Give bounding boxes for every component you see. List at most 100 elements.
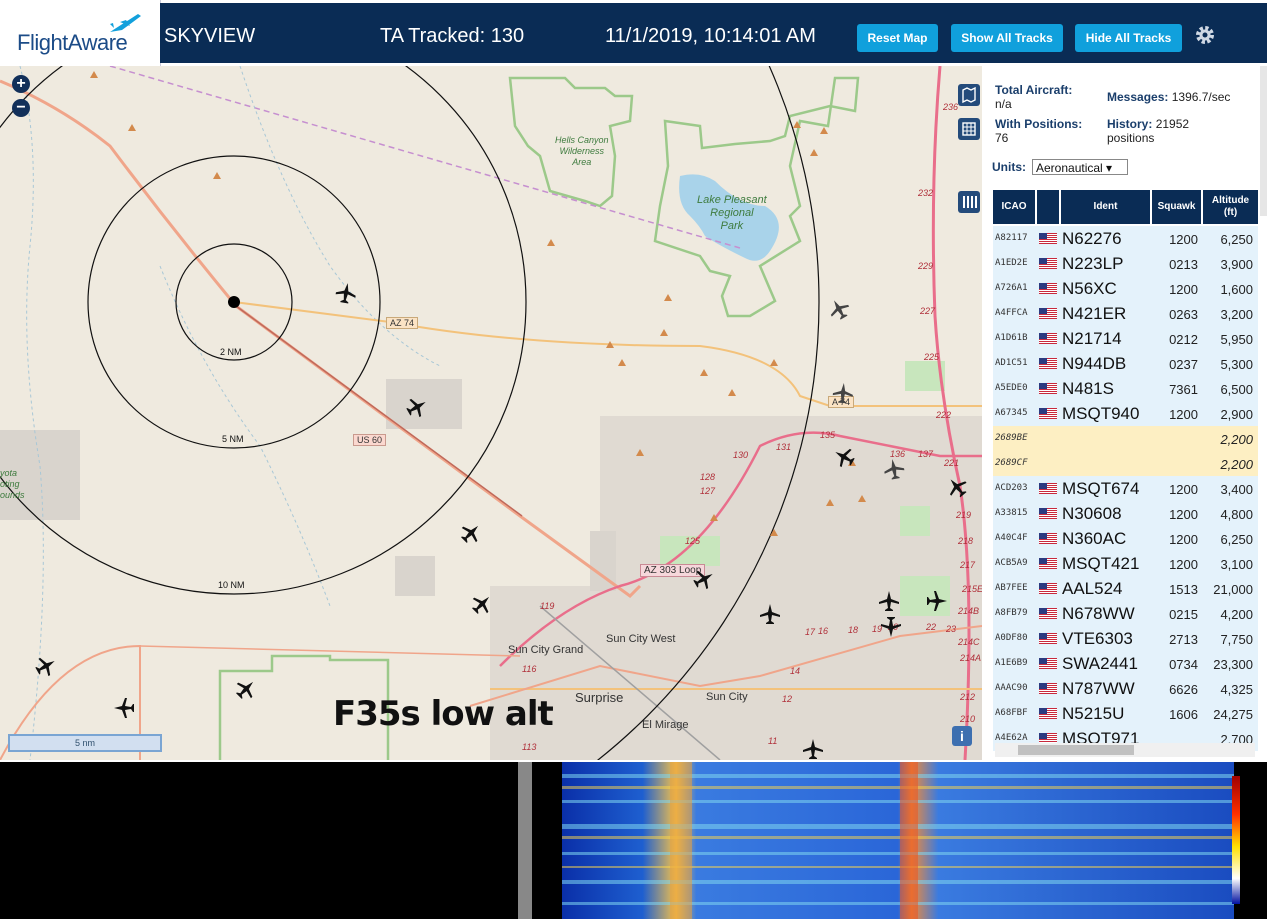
table-row[interactable]: AD1C51 N944DB 0237 5,300	[993, 351, 1258, 377]
table-row[interactable]: AAAC90N787WW66264,325 ▲	[993, 676, 1258, 712]
route-number: 217	[960, 560, 976, 570]
road-shield-az74: AZ 74	[386, 317, 419, 329]
table-row[interactable]: A1ED2EN223LP02133,900 ▼	[993, 251, 1258, 287]
table-row[interactable]: 2689CF 2,200	[993, 451, 1258, 477]
us-flag-icon	[1039, 633, 1057, 644]
squawk-cell: 1200	[1169, 282, 1198, 297]
map-layers-icon[interactable]	[958, 84, 980, 106]
col-flag[interactable]	[1037, 190, 1059, 224]
table-row[interactable]: A67345 MSQT940 1200 2,900	[993, 401, 1258, 427]
col-squawk[interactable]: Squawk	[1152, 190, 1201, 224]
aircraft-icon[interactable]	[883, 458, 905, 480]
col-icao[interactable]: ICAO	[993, 190, 1035, 224]
place-surprise: Surprise	[575, 690, 624, 705]
table-row[interactable]: A8FB79 N678WW 0215 4,200	[993, 601, 1258, 627]
map-canvas[interactable]	[0, 66, 982, 760]
aircraft-icon[interactable]	[693, 568, 715, 590]
aircraft-icon[interactable]	[833, 446, 855, 468]
info-icon[interactable]: i	[952, 726, 972, 746]
aircraft-icon[interactable]	[828, 298, 850, 320]
show-all-tracks-button[interactable]: Show All Tracks	[951, 24, 1063, 52]
with-positions-value: 76	[995, 131, 1009, 145]
zoom-out-button[interactable]: −	[12, 99, 30, 117]
table-row[interactable]: A5EDE0N481S73616,500 ▼	[993, 376, 1258, 412]
aircraft-icon[interactable]	[878, 590, 900, 612]
place-coyote-line2: oting	[0, 479, 20, 489]
aircraft-icon[interactable]	[946, 476, 968, 498]
aircraft-icon[interactable]	[235, 678, 257, 700]
place-coyote: yota oting ounds	[0, 468, 25, 501]
road-shield-us60: US 60	[353, 434, 387, 446]
table-row[interactable]: A1E6B9SWA2441073423,300 ▲	[993, 651, 1258, 687]
sidebar: Total Aircraft: n/a With Positions: 76 M…	[982, 66, 1267, 760]
flightaware-logo[interactable]: FlightAware	[0, 0, 161, 66]
us-flag-icon	[1039, 533, 1057, 544]
squawk-cell: 0212	[1169, 332, 1198, 347]
aircraft-icon[interactable]	[471, 593, 493, 615]
route-number: 210	[960, 714, 976, 724]
table-row[interactable]: AB7FEE AAL524 1513 21,000	[993, 576, 1258, 602]
aircraft-icon[interactable]	[113, 697, 135, 719]
squawk-cell: 2713	[1169, 632, 1198, 647]
hide-all-tracks-button[interactable]: Hide All Tracks	[1075, 24, 1182, 52]
icao-cell: 2689BE	[995, 433, 1028, 443]
aircraft-icon[interactable]	[880, 616, 902, 638]
zoom-in-button[interactable]: +	[12, 75, 30, 93]
columns-icon[interactable]	[958, 191, 980, 213]
ident-cell: N62276	[1062, 229, 1122, 248]
table-row[interactable]: A0DF80VTE630327137,750 ▼	[993, 626, 1258, 662]
aircraft-icon[interactable]	[759, 603, 781, 625]
us-flag-icon	[1039, 358, 1057, 369]
table-row[interactable]: A726A1N56XC12001,600 ▼	[993, 276, 1258, 312]
us-flag-icon	[1039, 283, 1057, 294]
icao-cell: A67345	[995, 408, 1028, 418]
reset-map-button[interactable]: Reset Map	[857, 24, 938, 52]
ident-cell: AAL524	[1062, 579, 1123, 598]
us-flag-icon	[1039, 683, 1057, 694]
aircraft-icon[interactable]	[335, 282, 357, 304]
aircraft-icon[interactable]	[460, 522, 482, 544]
waterfall-panel	[532, 762, 1267, 919]
us-flag-icon	[1039, 258, 1057, 269]
map[interactable]: 2 NM 5 NM 10 NM AZ 74 US 60 AZ 303 Loop …	[0, 66, 982, 760]
us-flag-icon	[1039, 308, 1057, 319]
ident-cell: MSQT674	[1062, 479, 1140, 498]
aircraft-icon[interactable]	[832, 382, 854, 404]
horizontal-scroll-thumb[interactable]	[1018, 745, 1134, 755]
history-value: 21952	[1155, 117, 1190, 131]
aircraft-icon[interactable]	[406, 396, 428, 418]
route-number: 14	[790, 666, 801, 676]
with-positions: With Positions: 76	[995, 117, 1082, 145]
messages-value: 1396.7/sec	[1171, 90, 1231, 104]
gear-icon[interactable]	[1194, 24, 1216, 46]
units-select[interactable]: Aeronautical ▾	[1032, 159, 1128, 175]
table-row[interactable]: ACD203MSQT67412003,400 ▼	[993, 476, 1258, 512]
route-number: 17	[805, 627, 816, 637]
icao-cell: AAAC90	[995, 683, 1028, 693]
aircraft-icon[interactable]	[926, 590, 948, 612]
col-ident[interactable]: Ident	[1061, 190, 1150, 224]
table-row[interactable]: ACB5A9MSQT42112003,100 ▼	[993, 551, 1258, 587]
table-row[interactable]: 2689BE 2,200	[993, 426, 1258, 452]
table-row[interactable]: A1D61BN2171402125,950 ▲	[993, 326, 1258, 362]
icao-cell: A68FBF	[995, 708, 1028, 718]
vertical-scrollbar[interactable]	[1260, 66, 1267, 216]
aircraft-icon[interactable]	[802, 738, 824, 760]
messages: Messages: 1396.7/sec	[1107, 90, 1230, 104]
ident-cell: N481S	[1062, 379, 1114, 398]
icao-cell: ACB5A9	[995, 558, 1028, 568]
table-row[interactable]: A68FBFN5215U160624,275 ▲	[993, 701, 1258, 737]
ident-cell: VTE6303	[1062, 629, 1133, 648]
us-flag-icon	[1039, 408, 1057, 419]
us-flag-icon	[1039, 708, 1057, 719]
squawk-cell: 1200	[1169, 232, 1198, 247]
col-altitude[interactable]: Altitude (ft)	[1203, 190, 1258, 224]
squawk-cell: 0263	[1169, 307, 1198, 322]
table-row[interactable]: A4FFCAN421ER02633,200 ▲	[993, 301, 1258, 337]
panel-divider	[518, 762, 532, 919]
table-row[interactable]: A33815 N30608 1200 4,800	[993, 501, 1258, 527]
aircraft-icon[interactable]	[35, 655, 57, 677]
table-row[interactable]: A40C4FN360AC12006,250 ▲	[993, 526, 1258, 562]
grid-icon[interactable]	[958, 118, 980, 140]
table-row[interactable]: A82117 N62276 1200 6,250	[993, 226, 1258, 252]
